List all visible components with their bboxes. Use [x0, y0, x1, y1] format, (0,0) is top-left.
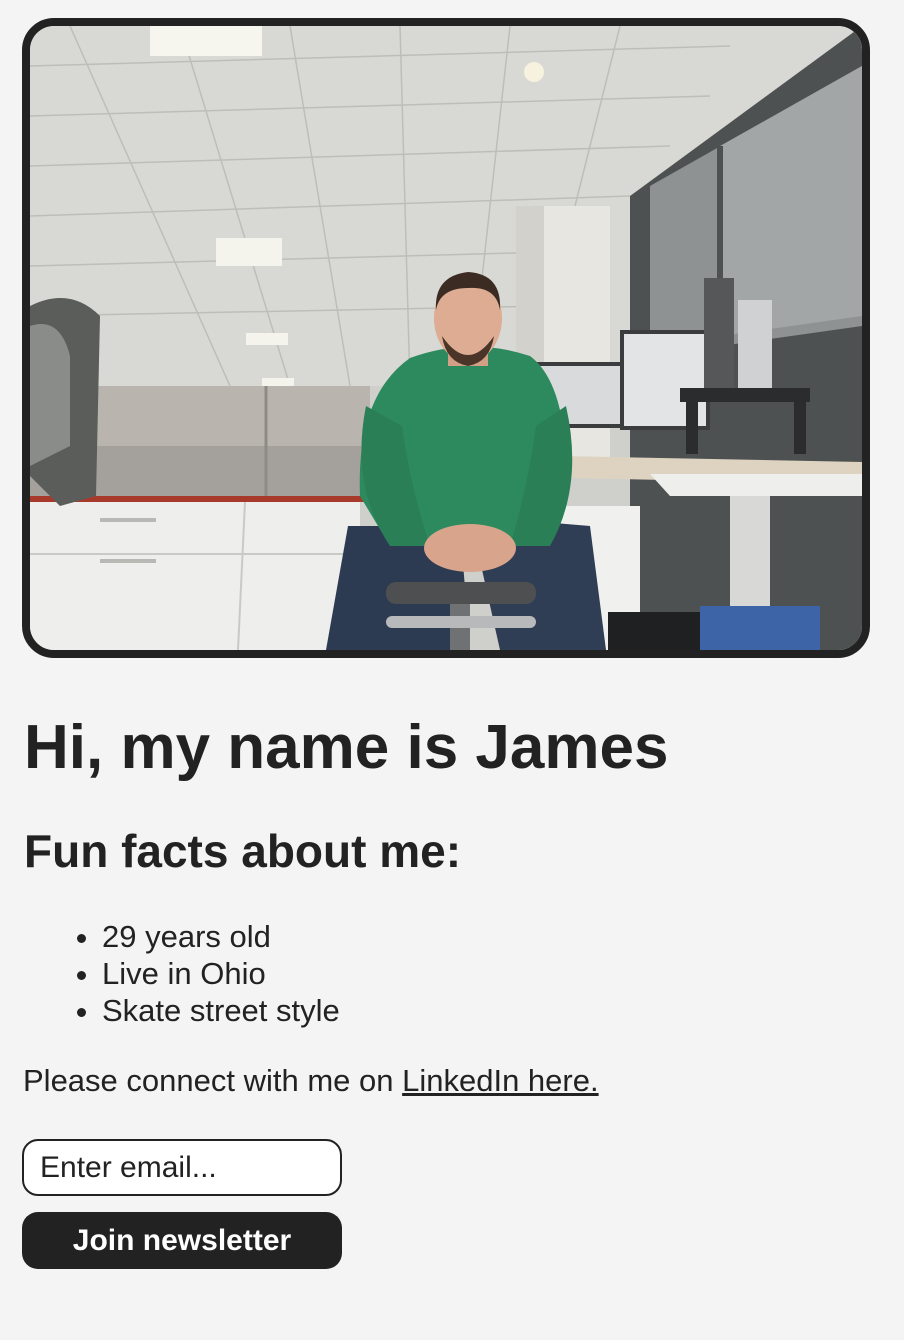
list-item: 29 years old [102, 918, 340, 955]
join-newsletter-button[interactable]: Join newsletter [22, 1212, 342, 1269]
list-item: Live in Ohio [102, 955, 340, 992]
greeting-heading: Hi, my name is James [24, 713, 669, 782]
fun-facts-heading: Fun facts about me: [24, 825, 462, 877]
connect-text: Please connect with me on LinkedIn here. [23, 1062, 599, 1100]
fun-facts-list: 29 years old Live in Ohio Skate street s… [0, 918, 340, 1029]
list-item: Skate street style [102, 992, 340, 1029]
linkedin-link[interactable]: LinkedIn here. [402, 1063, 598, 1098]
profile-photo [22, 18, 870, 658]
connect-prefix: Please connect with me on [23, 1063, 403, 1098]
office-photo-illustration [30, 26, 862, 650]
email-input[interactable] [22, 1139, 342, 1196]
